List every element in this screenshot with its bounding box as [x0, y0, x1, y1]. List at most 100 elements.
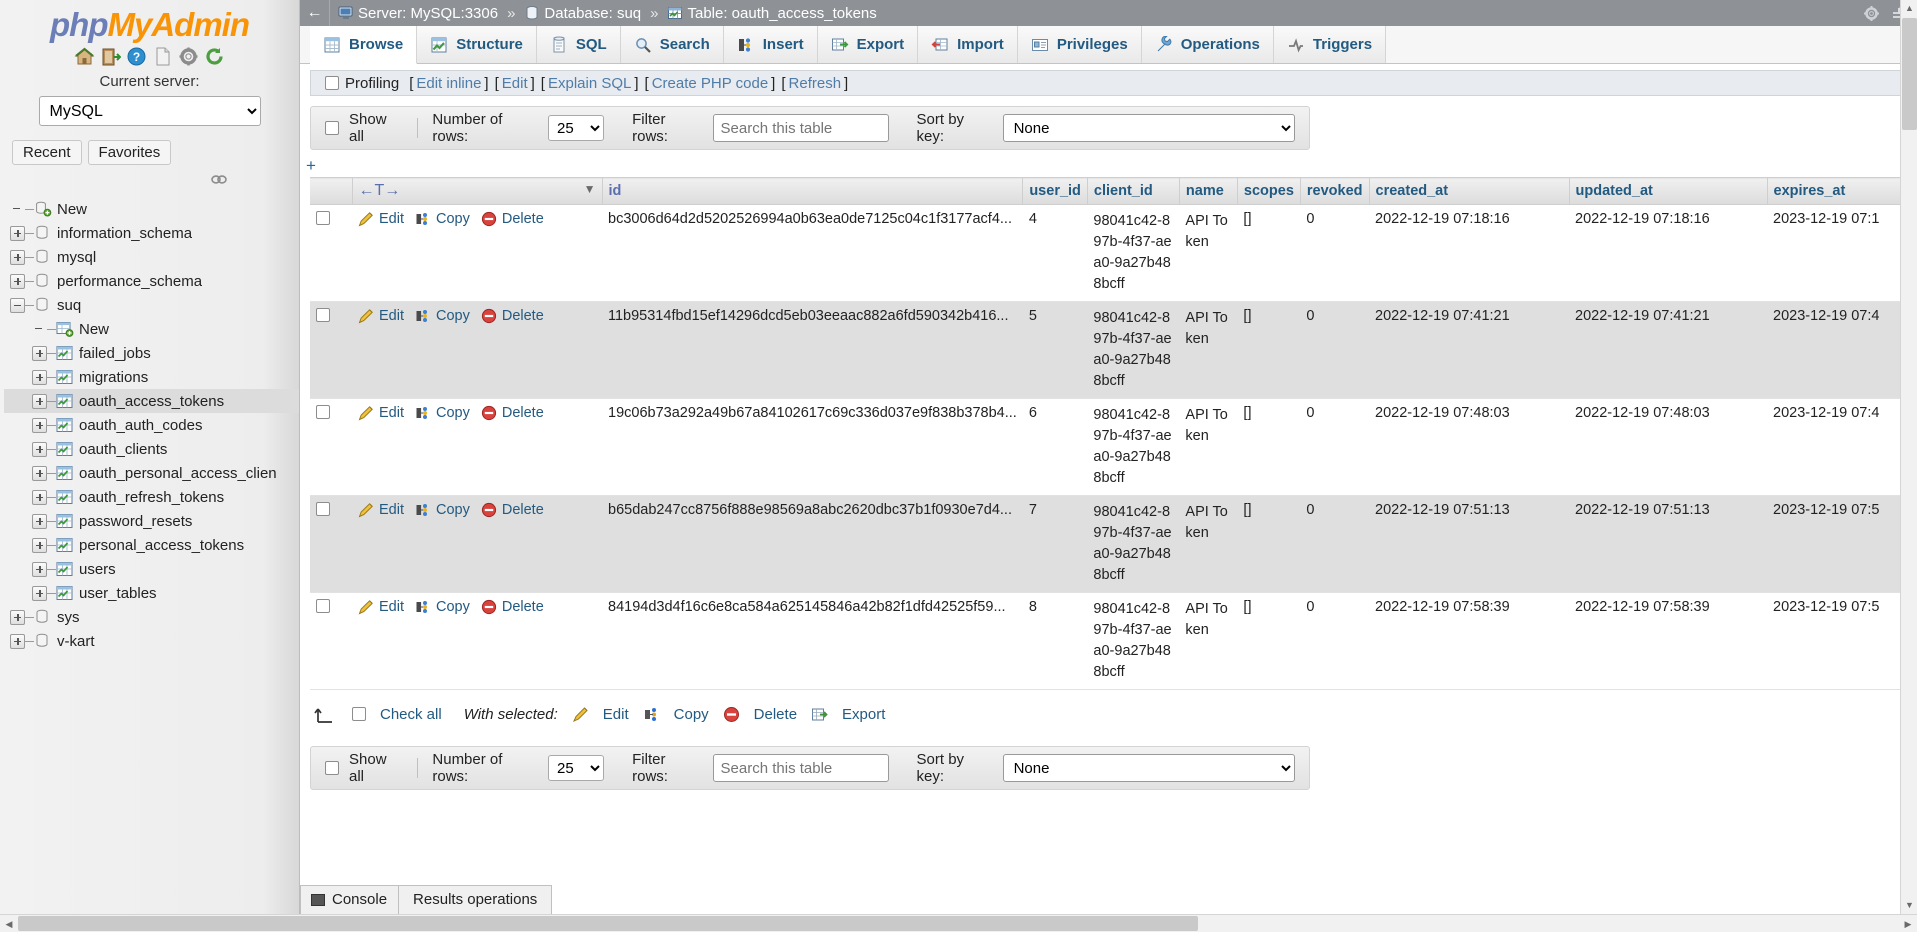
- filter-rows-input-top[interactable]: [712, 114, 889, 142]
- cell-client_id[interactable]: 98041c42-897b-4f37-aea0-9a27b488bcff: [1087, 398, 1180, 497]
- export-selected-link[interactable]: Export: [842, 706, 885, 723]
- column-header-revoked[interactable]: revoked: [1300, 177, 1370, 205]
- show-all-checkbox-top[interactable]: [325, 121, 339, 135]
- tab-operations[interactable]: Operations: [1141, 26, 1274, 63]
- show-all-checkbox-bottom[interactable]: [325, 761, 339, 776]
- exit-icon[interactable]: [100, 46, 122, 67]
- cell-revoked[interactable]: 0: [1300, 398, 1370, 497]
- cell-updated_at[interactable]: 2022-12-19 07:48:03: [1569, 398, 1768, 497]
- expand-icon[interactable]: [10, 249, 25, 265]
- tree-item-new[interactable]: New: [4, 317, 299, 341]
- profiling-link-edit[interactable]: Edit: [502, 75, 528, 92]
- tree-item-user-tables[interactable]: user_tables: [4, 581, 299, 605]
- expand-icon[interactable]: [10, 273, 25, 289]
- cell-user_id[interactable]: 6: [1022, 398, 1088, 497]
- row-copy-link[interactable]: Copy: [436, 599, 470, 615]
- number-of-rows-select-bottom[interactable]: 25: [548, 755, 605, 782]
- tab-search[interactable]: Search: [620, 26, 724, 63]
- row-copy-link[interactable]: Copy: [436, 308, 470, 324]
- scroll-up-arrow[interactable]: ▲: [1901, 0, 1917, 17]
- expand-icon[interactable]: [32, 345, 47, 361]
- sort-by-key-select-top[interactable]: None: [1002, 114, 1295, 142]
- breadcrumb-table[interactable]: Table: oauth_access_tokens: [687, 5, 876, 22]
- table-row[interactable]: Edit Copy Delete bc3006d64d2d5202526994a0b6…: [310, 204, 1917, 303]
- scroll-right-arrow[interactable]: ▶: [1899, 915, 1917, 932]
- expand-icon[interactable]: [32, 489, 47, 505]
- cell-expires_at[interactable]: 2023-12-19 07:5: [1767, 592, 1917, 691]
- cell-id[interactable]: 19c06b73a292a49b67a84102617c69c336d037e9…: [602, 398, 1023, 497]
- expand-icon[interactable]: [32, 537, 47, 553]
- filter-rows-input-bottom[interactable]: [712, 754, 889, 783]
- row-delete-link[interactable]: Delete: [502, 502, 544, 518]
- edit-selected-link[interactable]: Edit: [603, 706, 629, 723]
- back-button[interactable]: ←: [300, 0, 330, 26]
- tree-item-oauth-refresh-tokens[interactable]: oauth_refresh_tokens: [4, 485, 299, 509]
- column-header-id[interactable]: id: [602, 177, 1024, 205]
- row-delete-link[interactable]: Delete: [502, 308, 544, 324]
- tree-item-migrations[interactable]: migrations: [4, 365, 299, 389]
- expand-icon[interactable]: [32, 417, 47, 433]
- cell-expires_at[interactable]: 2023-12-19 07:4: [1767, 301, 1917, 400]
- number-of-rows-select-top[interactable]: 25: [548, 115, 605, 141]
- tab-sql[interactable]: SQL: [536, 26, 621, 63]
- table-row[interactable]: Edit Copy Delete 84194d3d4f16c6e8ca584a6251…: [310, 592, 1917, 691]
- scroll-left-arrow[interactable]: ◀: [0, 915, 18, 932]
- breadcrumb-database[interactable]: Database: suq: [544, 5, 641, 22]
- settings-icon[interactable]: [178, 46, 199, 67]
- tree-item-information-schema[interactable]: information_schema: [4, 221, 299, 245]
- cell-name[interactable]: API Token: [1179, 301, 1238, 400]
- horizontal-scrollbar[interactable]: ◀ ▶: [0, 914, 1917, 932]
- cell-id[interactable]: bc3006d64d2d5202526994a0b63ea0de7125c04c…: [602, 204, 1023, 303]
- tree-item-suq[interactable]: suq: [4, 293, 299, 317]
- tab-insert[interactable]: Insert: [723, 26, 818, 63]
- cell-name[interactable]: API Token: [1179, 592, 1238, 691]
- tree-item-oauth-personal-access-clien[interactable]: oauth_personal_access_clien: [4, 461, 299, 485]
- help-icon[interactable]: ?: [126, 46, 147, 67]
- expand-options-toggle[interactable]: +: [306, 156, 316, 176]
- profiling-checkbox[interactable]: [325, 76, 339, 90]
- tree-item-performance-schema[interactable]: performance_schema: [4, 269, 299, 293]
- phpmyadmin-logo[interactable]: phpMyAdmin: [0, 0, 299, 44]
- row-copy-link[interactable]: Copy: [436, 405, 470, 421]
- home-icon[interactable]: [74, 46, 95, 67]
- column-header-client_id[interactable]: client_id: [1087, 177, 1180, 205]
- profiling-link-explain-sql[interactable]: Explain SQL: [548, 75, 631, 92]
- cell-scopes[interactable]: []: [1237, 301, 1301, 400]
- cell-created_at[interactable]: 2022-12-19 07:51:13: [1369, 495, 1570, 594]
- cell-client_id[interactable]: 98041c42-897b-4f37-aea0-9a27b488bcff: [1087, 495, 1180, 594]
- breadcrumb-server[interactable]: Server: MySQL:3306: [358, 5, 498, 22]
- cell-revoked[interactable]: 0: [1300, 592, 1370, 691]
- table-row[interactable]: Edit Copy Delete 11b95314fbd15ef14296dcd5eb…: [310, 301, 1917, 400]
- tree-item-sys[interactable]: sys: [4, 605, 299, 629]
- tree-item-oauth-auth-codes[interactable]: oauth_auth_codes: [4, 413, 299, 437]
- horizontal-scroll-thumb[interactable]: [18, 916, 1198, 931]
- row-copy-link[interactable]: Copy: [436, 502, 470, 518]
- cell-updated_at[interactable]: 2022-12-19 07:41:21: [1569, 301, 1768, 400]
- row-edit-link[interactable]: Edit: [379, 405, 404, 421]
- row-checkbox[interactable]: [316, 211, 330, 225]
- column-header-scopes[interactable]: scopes: [1237, 177, 1301, 205]
- pin-icon[interactable]: [211, 173, 227, 184]
- tab-export[interactable]: Export: [817, 26, 919, 63]
- expand-icon[interactable]: [32, 393, 47, 409]
- check-all-checkbox[interactable]: [352, 707, 366, 722]
- row-checkbox[interactable]: [316, 599, 330, 614]
- cell-id[interactable]: 11b95314fbd15ef14296dcd5eb03eeaac882a6fd…: [602, 301, 1023, 400]
- cell-user_id[interactable]: 4: [1022, 204, 1088, 303]
- cell-scopes[interactable]: []: [1237, 495, 1301, 594]
- cell-client_id[interactable]: 98041c42-897b-4f37-aea0-9a27b488bcff: [1087, 592, 1180, 691]
- cell-updated_at[interactable]: 2022-12-19 07:58:39: [1569, 592, 1768, 691]
- row-delete-link[interactable]: Delete: [502, 211, 544, 227]
- cell-created_at[interactable]: 2022-12-19 07:18:16: [1369, 204, 1570, 303]
- column-header-created_at[interactable]: created_at: [1369, 177, 1570, 205]
- expand-icon[interactable]: [10, 633, 25, 649]
- cell-user_id[interactable]: 7: [1022, 495, 1088, 594]
- column-header-name[interactable]: name: [1179, 177, 1238, 205]
- cell-created_at[interactable]: 2022-12-19 07:48:03: [1369, 398, 1570, 497]
- expand-icon[interactable]: [32, 465, 47, 481]
- row-edit-link[interactable]: Edit: [379, 502, 404, 518]
- copy-selected-link[interactable]: Copy: [674, 706, 709, 723]
- delete-selected-link[interactable]: Delete: [754, 706, 797, 723]
- cell-scopes[interactable]: []: [1237, 204, 1301, 303]
- expand-icon[interactable]: [32, 585, 47, 601]
